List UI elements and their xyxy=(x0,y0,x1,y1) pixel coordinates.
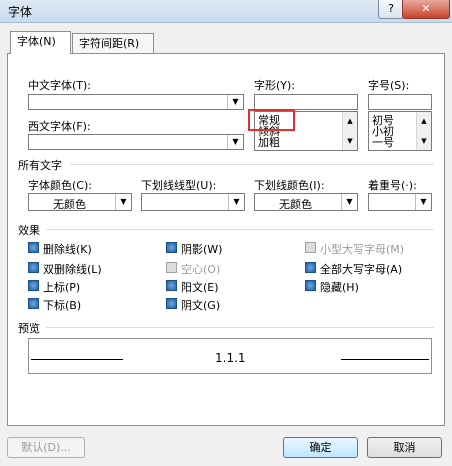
font-color-combo[interactable]: 无颜色 ▼ xyxy=(28,193,132,211)
outline-checkbox[interactable] xyxy=(166,262,177,273)
default-button[interactable]: 默认(D)... xyxy=(7,437,85,458)
tab-font[interactable]: 字体(N) xyxy=(10,31,71,54)
strikethrough-checkbox[interactable] xyxy=(28,242,39,253)
subscript-checkbox[interactable] xyxy=(28,298,39,309)
outline-label[interactable]: 空心(O) xyxy=(181,261,220,277)
underline-color-combo[interactable]: 无颜色 ▼ xyxy=(254,193,358,211)
scroll-down-icon[interactable]: ▼ xyxy=(417,134,431,148)
group-divider xyxy=(46,327,434,328)
preview-group-label: 预览 xyxy=(18,322,40,335)
western-font-combo[interactable]: ▼ xyxy=(28,134,244,150)
highlight-box xyxy=(248,109,295,131)
window-title: 字体 xyxy=(8,5,33,19)
close-button[interactable]: ✕ xyxy=(402,0,450,19)
list-item[interactable]: 一号 xyxy=(372,137,394,148)
font-style-input[interactable] xyxy=(254,94,358,110)
hidden-checkbox[interactable] xyxy=(305,280,316,291)
chevron-down-icon[interactable]: ▼ xyxy=(341,194,357,210)
shadow-checkbox[interactable] xyxy=(166,242,177,253)
preview-box: 1.1.1 xyxy=(28,338,432,374)
font-size-list[interactable]: 初号 小初 一号 ▲ ▼ xyxy=(368,111,432,151)
font-color-label: 字体颜色(C): xyxy=(28,179,92,192)
chevron-down-icon[interactable]: ▼ xyxy=(227,135,243,149)
chevron-down-icon[interactable]: ▼ xyxy=(115,194,131,210)
engrave-checkbox[interactable] xyxy=(166,298,177,309)
scroll-up-icon[interactable]: ▲ xyxy=(417,114,431,128)
small-caps-label[interactable]: 小型大写字母(M) xyxy=(320,241,404,257)
small-caps-checkbox[interactable] xyxy=(305,242,316,253)
chevron-down-icon[interactable]: ▼ xyxy=(227,95,243,109)
cancel-button[interactable]: 取消 xyxy=(367,437,442,458)
chevron-down-icon[interactable]: ▼ xyxy=(228,194,244,210)
font-size-label: 字号(S): xyxy=(368,79,410,92)
chevron-down-icon[interactable]: ▼ xyxy=(415,194,431,210)
underline-type-combo[interactable]: ▼ xyxy=(141,193,245,211)
chinese-font-label: 中文字体(T): xyxy=(28,79,92,92)
all-caps-checkbox[interactable] xyxy=(305,262,316,273)
subscript-label[interactable]: 下标(B) xyxy=(43,297,81,313)
shadow-label[interactable]: 阴影(W) xyxy=(181,241,222,257)
strikethrough-label[interactable]: 删除线(K) xyxy=(43,241,92,257)
emphasis-mark-combo[interactable]: ▼ xyxy=(368,193,432,211)
scrollbar[interactable]: ▲ ▼ xyxy=(342,112,357,150)
double-strikethrough-label[interactable]: 双删除线(L) xyxy=(43,261,102,277)
effects-group-label: 效果 xyxy=(18,224,40,237)
group-divider xyxy=(46,229,434,230)
engrave-label[interactable]: 阴文(G) xyxy=(181,297,220,313)
scroll-down-icon[interactable]: ▼ xyxy=(343,134,357,148)
scroll-up-icon[interactable]: ▲ xyxy=(343,114,357,128)
underline-type-label: 下划线线型(U): xyxy=(141,179,217,192)
all-text-group-label: 所有文字 xyxy=(18,159,62,172)
group-divider xyxy=(70,164,434,165)
preview-sample: 1.1.1 xyxy=(215,351,246,365)
emphasis-mark-label: 着重号(·): xyxy=(368,179,417,192)
underline-color-label: 下划线颜色(I): xyxy=(254,179,325,192)
ok-button[interactable]: 确定 xyxy=(283,437,358,458)
preview-line xyxy=(341,359,429,360)
tab-character-spacing[interactable]: 字符间距(R) xyxy=(72,33,154,53)
superscript-checkbox[interactable] xyxy=(28,280,39,291)
chinese-font-combo[interactable]: ▼ xyxy=(28,94,244,110)
all-caps-label[interactable]: 全部大写字母(A) xyxy=(320,261,402,277)
preview-line xyxy=(31,359,123,360)
list-item[interactable]: 加粗 xyxy=(258,137,280,148)
underline-color-value: 无颜色 xyxy=(279,198,312,211)
font-size-input[interactable] xyxy=(368,94,432,110)
western-font-label: 西文字体(F): xyxy=(28,120,91,133)
font-color-value: 无颜色 xyxy=(53,198,86,211)
emboss-label[interactable]: 阳文(E) xyxy=(181,279,219,295)
superscript-label[interactable]: 上标(P) xyxy=(43,279,80,295)
help-button[interactable]: ? xyxy=(378,0,404,19)
scrollbar[interactable]: ▲ ▼ xyxy=(416,112,431,150)
double-strikethrough-checkbox[interactable] xyxy=(28,262,39,273)
font-style-label: 字形(Y): xyxy=(254,79,296,92)
emboss-checkbox[interactable] xyxy=(166,280,177,291)
hidden-label[interactable]: 隐藏(H) xyxy=(320,279,359,295)
